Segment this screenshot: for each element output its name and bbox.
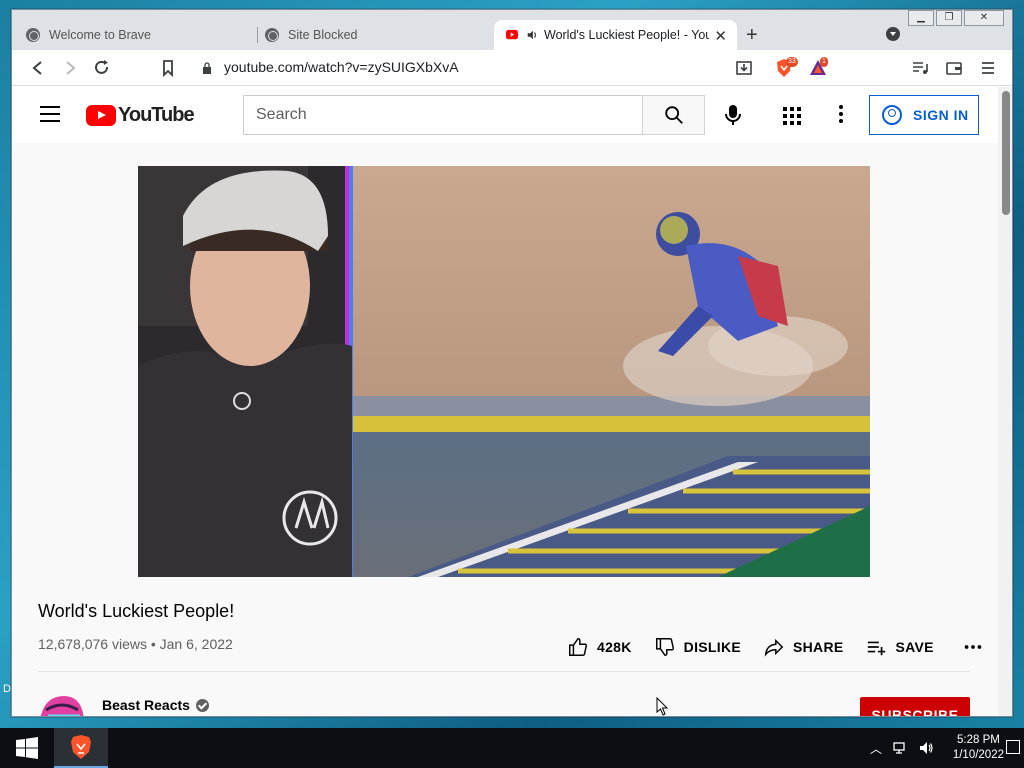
divider	[38, 671, 970, 672]
share-button[interactable]: SHARE	[763, 636, 844, 658]
close-window-button[interactable]: ✕	[964, 10, 1004, 26]
search-icon	[665, 106, 683, 124]
windows-logo-icon	[16, 737, 38, 759]
brave-rewards-icon[interactable]: 1	[808, 57, 828, 78]
video-title: World's Luckiest People!	[38, 601, 235, 621]
bookmark-icon[interactable]	[158, 58, 178, 78]
install-download-icon[interactable]	[734, 58, 754, 78]
browser-window: Welcome to Brave Site Blocked World's Lu…	[11, 9, 1013, 717]
clock-time: 5:28 PM	[957, 734, 1000, 746]
youtube-logo[interactable]: YouTube	[86, 104, 195, 127]
taskbar-brave-button[interactable]	[54, 728, 108, 768]
tab-site-blocked[interactable]: Site Blocked	[255, 20, 495, 50]
page-scrollbar[interactable]	[998, 87, 1012, 716]
tab-welcome-to-brave[interactable]: Welcome to Brave	[16, 20, 258, 50]
tab-title: World's Luckiest People! - You	[544, 28, 709, 42]
sign-in-label: SIGN IN	[913, 107, 969, 123]
tab-title: Site Blocked	[288, 28, 358, 42]
action-center-icon[interactable]	[1006, 740, 1020, 754]
share-icon	[764, 638, 784, 657]
more-horizontal-icon	[964, 645, 982, 649]
system-tray: ︿	[870, 740, 934, 757]
channel-name[interactable]: Beast Reacts	[102, 697, 209, 713]
tab-search-dropdown-icon[interactable]	[886, 27, 900, 41]
desktop-icon-label-fragment: D	[3, 683, 11, 695]
like-button[interactable]: 428K	[567, 636, 632, 658]
browser-toolbar: youtube.com/watch?v=zySUIGXbXvA 33 1	[12, 50, 1012, 86]
tab-youtube-video[interactable]: World's Luckiest People! - You ✕	[494, 20, 737, 50]
window-controls: ▁ ❐ ✕	[908, 10, 1004, 26]
reload-icon[interactable]	[92, 58, 112, 78]
network-icon[interactable]	[892, 740, 908, 756]
voice-search-icon[interactable]	[722, 103, 744, 127]
video-view-count-date: 12,678,076 views • Jan 6, 2022	[38, 636, 233, 652]
search-input[interactable]: Search	[243, 95, 642, 135]
youtube-header: YouTube Search SIGN IN	[12, 87, 998, 143]
minimize-button[interactable]: ▁	[908, 10, 934, 26]
lock-icon[interactable]	[202, 62, 212, 74]
taskbar-clock[interactable]: 5:28 PM 1/10/2022	[953, 733, 1004, 763]
dislike-button[interactable]: DISLIKE	[654, 636, 741, 658]
speaker-icon[interactable]	[526, 29, 538, 41]
wallet-icon[interactable]	[944, 58, 964, 78]
youtube-favicon-icon	[506, 29, 518, 40]
clock-date: 1/10/2022	[952, 749, 1004, 761]
maximize-button[interactable]: ❐	[936, 10, 962, 26]
add-to-playlist-icon	[867, 641, 885, 656]
brave-lion-icon	[71, 735, 91, 759]
video-actions: 428K DISLIKE SHARE SAVE	[567, 636, 998, 658]
globe-icon	[265, 28, 279, 42]
tab-title: Welcome to Brave	[49, 28, 151, 42]
menu-icon[interactable]	[978, 58, 998, 78]
tab-strip: Welcome to Brave Site Blocked World's Lu…	[12, 10, 1012, 50]
close-tab-icon[interactable]: ✕	[714, 27, 727, 45]
youtube-wordmark: YouTube	[118, 104, 195, 126]
thumbs-up-icon	[569, 638, 587, 656]
media-playlist-icon[interactable]	[910, 58, 930, 78]
video-player[interactable]	[138, 166, 870, 577]
guide-menu-icon[interactable]	[40, 106, 60, 122]
apps-grid-icon[interactable]	[783, 107, 801, 125]
youtube-page: YouTube Search SIGN IN World's Luckiest …	[12, 87, 998, 717]
youtube-play-icon	[86, 105, 116, 126]
address-bar[interactable]: youtube.com/watch?v=zySUIGXbXvA	[224, 59, 459, 75]
account-icon	[882, 105, 902, 125]
show-hidden-icons-icon[interactable]: ︿	[870, 740, 882, 757]
settings-more-icon[interactable]	[839, 105, 843, 125]
rewards-count-badge: 1	[820, 57, 828, 67]
forward-icon[interactable]	[60, 58, 80, 78]
save-button[interactable]: SAVE	[866, 636, 934, 658]
thumbs-down-icon	[655, 638, 674, 656]
verified-badge-icon	[195, 698, 209, 712]
new-tab-button[interactable]: +	[746, 23, 758, 47]
channel-name-text: Beast Reacts	[102, 697, 190, 713]
back-icon[interactable]	[28, 58, 48, 78]
sign-in-button[interactable]: SIGN IN	[869, 95, 979, 135]
channel-avatar[interactable]	[38, 692, 86, 717]
subscribe-button[interactable]: SUBSCRIBE	[860, 697, 970, 716]
volume-icon[interactable]	[918, 740, 934, 756]
share-label: SHARE	[793, 639, 844, 655]
more-actions-button[interactable]	[962, 636, 992, 658]
save-label: SAVE	[895, 639, 934, 655]
shields-count-badge: 33	[786, 57, 798, 67]
windows-taskbar: ︿ 5:28 PM 1/10/2022	[0, 728, 1024, 768]
scrollbar-thumb[interactable]	[1002, 91, 1010, 215]
globe-icon	[26, 28, 40, 42]
dislike-label: DISLIKE	[683, 639, 741, 655]
mouse-cursor-icon	[656, 697, 669, 716]
start-button[interactable]	[0, 728, 54, 768]
like-count: 428K	[597, 639, 632, 655]
brave-shields-icon[interactable]: 33	[774, 57, 798, 78]
search-button[interactable]	[642, 95, 705, 135]
video-frame	[138, 166, 870, 577]
